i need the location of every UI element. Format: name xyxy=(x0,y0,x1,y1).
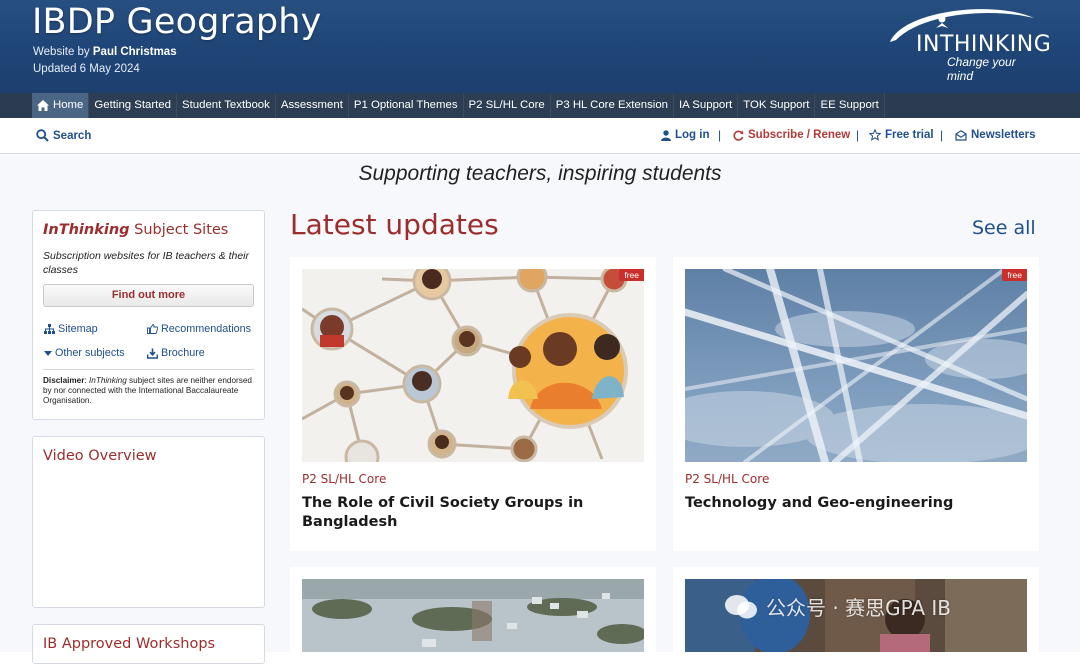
brochure-link[interactable]: Brochure xyxy=(147,347,205,359)
flood-aerial-image xyxy=(302,579,644,652)
subscribe-link[interactable]: Subscribe / Renew xyxy=(733,129,850,141)
logo-tagline: Change your mind xyxy=(947,55,1016,83)
byline: Website by Paul Christmas xyxy=(33,46,177,58)
thumbs-up-icon xyxy=(147,324,158,334)
other-subjects-label: Other subjects xyxy=(55,347,125,359)
free-badge: free xyxy=(1002,269,1027,281)
home-icon xyxy=(37,100,49,111)
post-image-contrails[interactable]: free xyxy=(685,269,1027,462)
wechat-watermark: 公众号 · 赛思GPA IB xyxy=(724,592,951,621)
nav-label: Home xyxy=(53,99,84,111)
post-title[interactable]: Technology and Geo-engineering xyxy=(685,494,1005,513)
tagline: Supporting teachers, inspiring students xyxy=(358,162,722,185)
nav-item-ee-support[interactable]: EE Support xyxy=(815,93,885,118)
inthinking-logo[interactable]: INTHINKING Change your mind xyxy=(884,4,1051,83)
nav-item-p3-hl-extension[interactable]: P3 HL Core Extension xyxy=(550,93,674,118)
tagline-band: Supporting teachers, inspiring students xyxy=(0,154,1080,196)
download-icon xyxy=(147,348,158,359)
title-brand: InThinking xyxy=(43,222,130,238)
workshops-card: IB Approved Workshops xyxy=(32,624,265,664)
main-nav: Home Getting Started Student Textbook As… xyxy=(0,93,1080,118)
contrails-sky-image xyxy=(685,269,1027,462)
search-label: Search xyxy=(53,129,92,142)
nav-item-getting-started[interactable]: Getting Started xyxy=(89,93,178,118)
watermark-text: 公众号 · 赛思GPA IB xyxy=(766,596,952,620)
search-link[interactable]: Search xyxy=(36,129,91,142)
nav-item-ia-support[interactable]: IA Support xyxy=(674,93,739,118)
nav-item-student-textbook[interactable]: Student Textbook xyxy=(177,93,276,118)
logo-wordmark: INTHINKING xyxy=(916,32,1052,57)
video-overview-card: Video Overview xyxy=(32,436,265,608)
byline-author: Paul Christmas xyxy=(92,46,177,58)
sitemap-link[interactable]: Sitemap xyxy=(44,323,98,335)
subject-sites-title: InThinking Subject Sites xyxy=(43,222,228,238)
see-all-link[interactable]: See all xyxy=(972,217,1036,239)
free-trial-link[interactable]: Free trial xyxy=(869,129,934,141)
star-icon xyxy=(869,129,881,141)
subject-sites-subtitle: Subscription websites for IB teachers & … xyxy=(43,250,250,276)
recommendations-label: Recommendations xyxy=(161,323,252,335)
login-link[interactable]: Log in xyxy=(661,129,710,141)
toolbar-separator: | xyxy=(856,128,860,142)
post-card-flood[interactable] xyxy=(290,567,656,652)
network-people-image xyxy=(302,269,644,462)
sitemap-label: Sitemap xyxy=(58,323,98,335)
updated-date: Updated 6 May 2024 xyxy=(33,63,140,75)
title-rest: Subject Sites xyxy=(129,222,229,238)
post-card-geo-engineering[interactable]: free P2 SL/HL Core Technology and Geo-en… xyxy=(673,257,1039,551)
find-out-more-button[interactable]: Find out more xyxy=(43,284,254,307)
post-card-civil-society[interactable]: free P2 SL/HL Core The Role of Civil Soc… xyxy=(290,257,656,551)
post-image-flood[interactable] xyxy=(302,579,644,652)
byline-prefix: Website by xyxy=(33,46,93,58)
site-header: IBDP Geography Website by Paul Christmas… xyxy=(0,0,1080,93)
post-category[interactable]: P2 SL/HL Core xyxy=(302,472,386,486)
utility-bar: Search Log in | Subscribe / Renew | Free… xyxy=(0,118,1080,154)
free-trial-label: Free trial xyxy=(885,129,934,141)
toolbar-separator: | xyxy=(940,128,944,142)
latest-updates-heading: Latest updates xyxy=(290,208,499,241)
site-title[interactable]: IBDP Geography xyxy=(32,2,322,42)
recommendations-link[interactable]: Recommendations xyxy=(147,323,251,335)
newsletters-label: Newsletters xyxy=(971,129,1036,141)
newsletters-link[interactable]: Newsletters xyxy=(955,129,1036,141)
other-subjects-link[interactable]: Other subjects xyxy=(44,347,125,359)
refresh-icon xyxy=(733,130,744,141)
wechat-icon xyxy=(725,594,757,618)
post-title[interactable]: The Role of Civil Society Groups in Bang… xyxy=(302,494,622,532)
post-image-network[interactable]: free xyxy=(302,269,644,462)
nav-item-tok-support[interactable]: TOK Support xyxy=(738,93,816,118)
nav-item-p2-core[interactable]: P2 SL/HL Core xyxy=(463,93,551,118)
subject-sites-card: InThinking Subject Sites Subscription we… xyxy=(32,210,265,420)
login-label: Log in xyxy=(675,129,710,141)
disclaimer-brand: InThinking xyxy=(88,376,127,385)
toolbar-separator: | xyxy=(718,128,722,142)
nav-item-p1-optional-themes[interactable]: P1 Optional Themes xyxy=(348,93,464,118)
post-category[interactable]: P2 SL/HL Core xyxy=(685,472,769,486)
video-overview-title: Video Overview xyxy=(43,448,157,464)
nav-item-home[interactable]: Home xyxy=(32,93,90,118)
disclaimer-text: Disclaimer: InThinking subject sites are… xyxy=(43,376,252,405)
workshops-title: IB Approved Workshops xyxy=(43,636,216,652)
brochure-label: Brochure xyxy=(161,347,205,359)
sitemap-icon xyxy=(44,324,55,334)
envelope-icon xyxy=(955,129,967,141)
free-badge: free xyxy=(619,269,644,281)
subscribe-label: Subscribe / Renew xyxy=(748,129,851,141)
card-divider xyxy=(43,369,254,370)
user-icon xyxy=(661,129,671,141)
disclaimer-label: Disclaimer xyxy=(43,376,85,385)
caret-down-icon xyxy=(44,351,52,356)
search-icon xyxy=(36,129,49,142)
nav-item-assessment[interactable]: Assessment xyxy=(275,93,349,118)
